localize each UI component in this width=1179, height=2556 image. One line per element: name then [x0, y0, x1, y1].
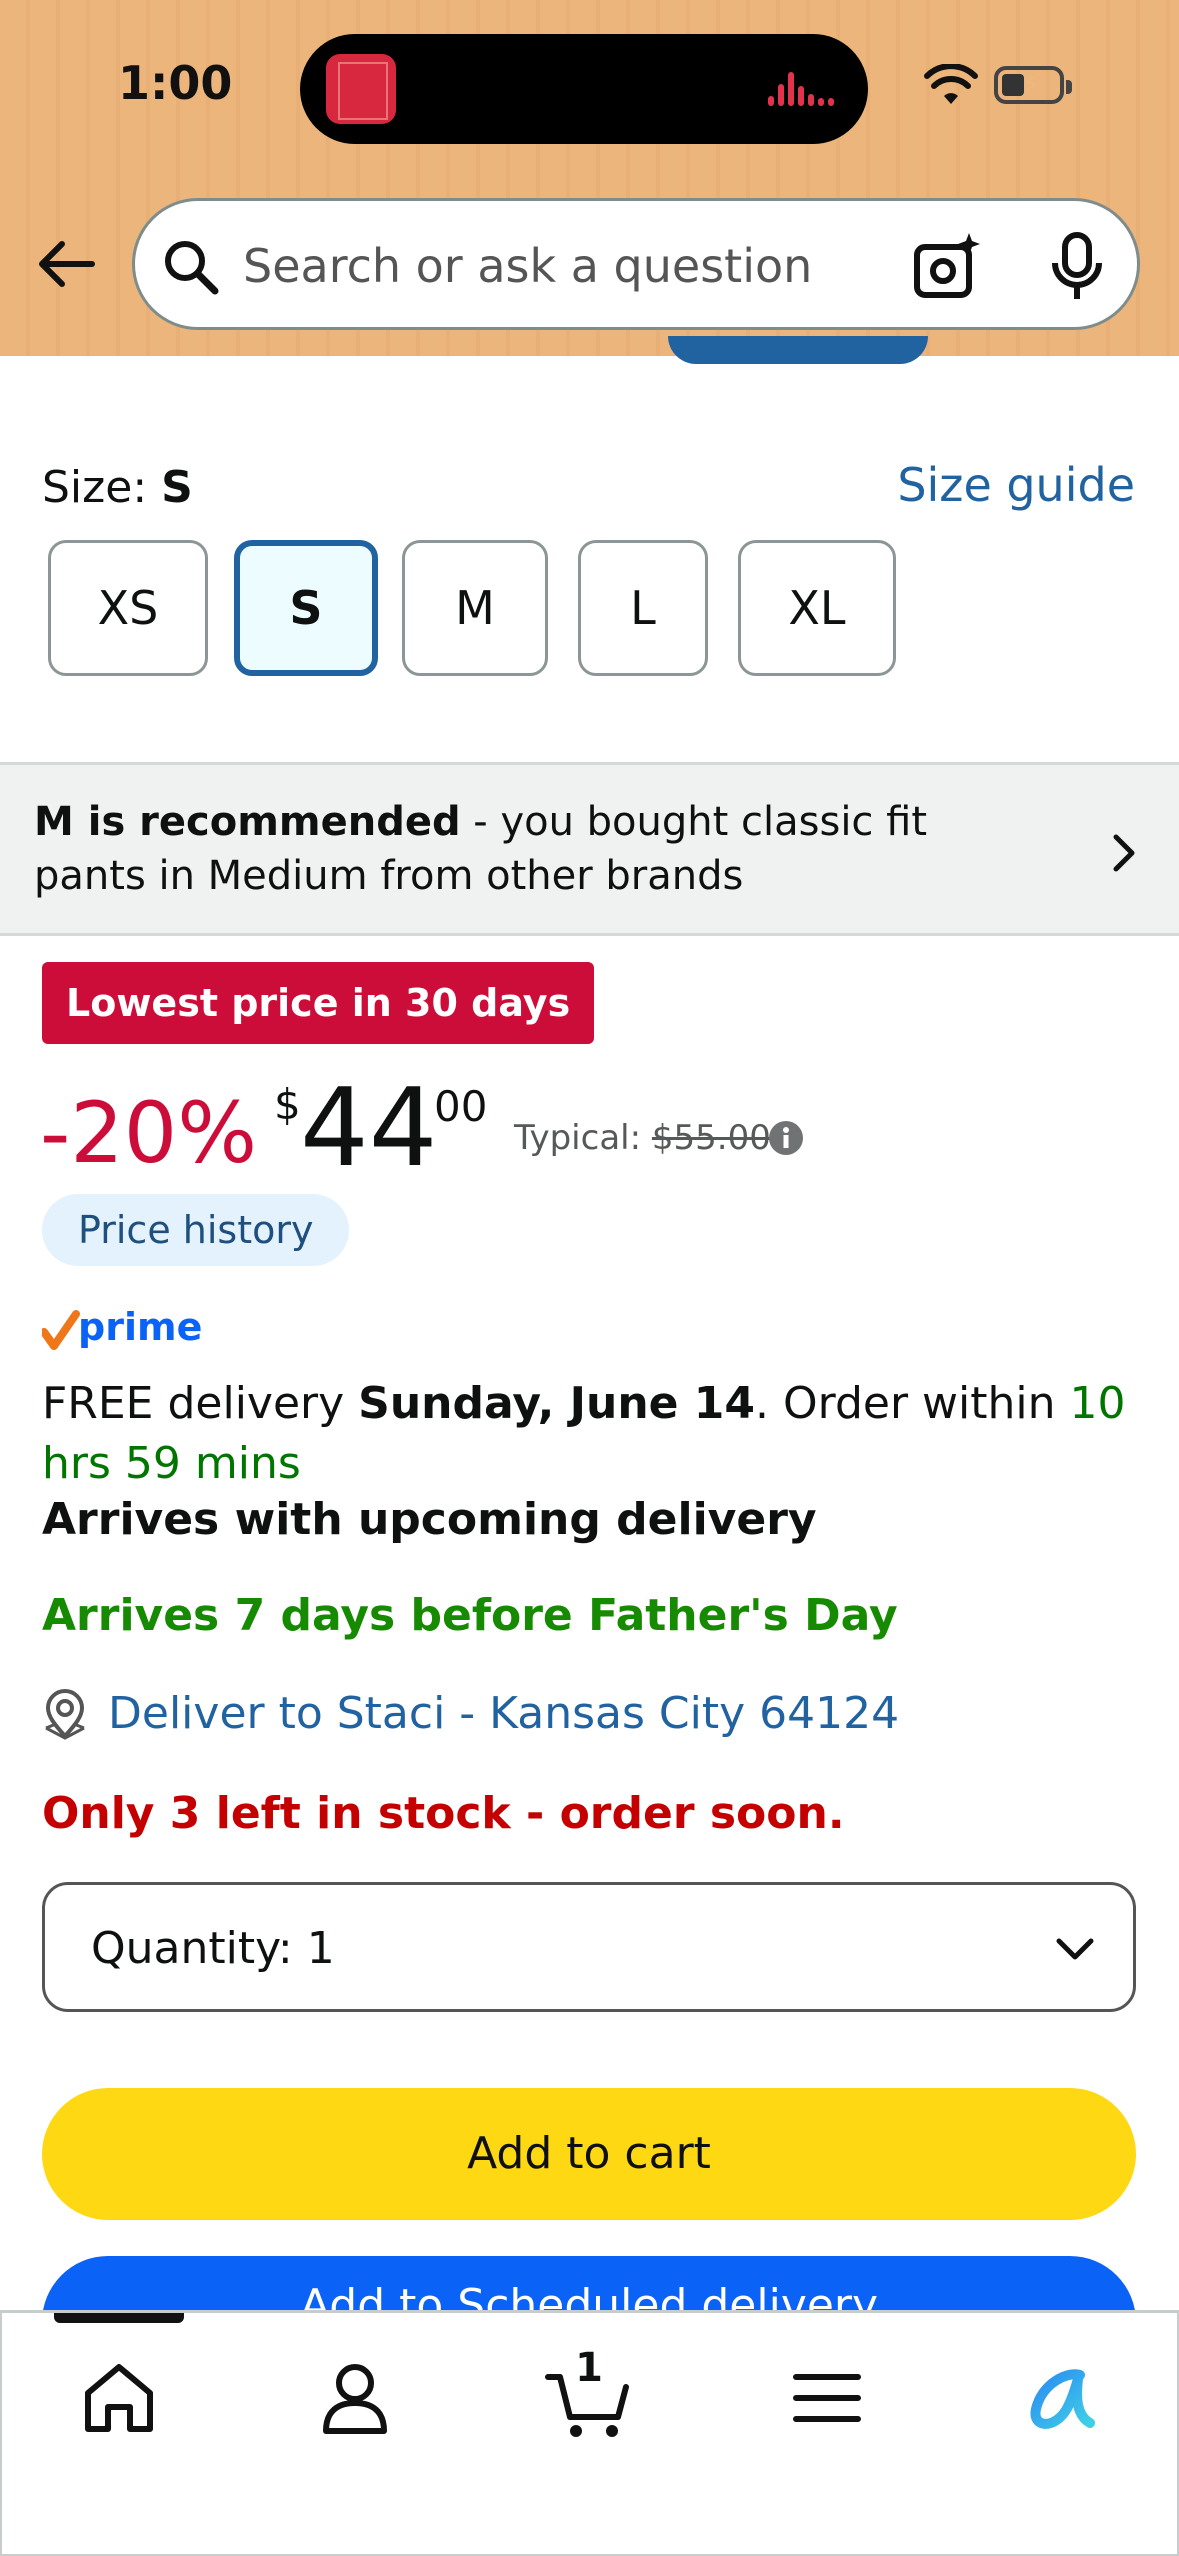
chevron-down-icon — [1056, 1938, 1094, 1960]
quantity-dropdown[interactable]: Quantity: 1 — [42, 1882, 1136, 2012]
fathers-day-text: Arrives 7 days before Father's Day — [42, 1590, 898, 1641]
bottom-navigation: 1 — [0, 2310, 1179, 2556]
wifi-icon — [924, 64, 978, 104]
size-label-text: Size: — [42, 462, 162, 513]
size-recommendation-banner[interactable]: M is recommended - you bought classic fi… — [0, 762, 1179, 936]
back-arrow-icon[interactable] — [34, 232, 98, 296]
size-guide-link[interactable]: Size guide — [897, 458, 1135, 512]
status-time: 1:00 — [118, 56, 233, 110]
dynamic-island — [300, 34, 868, 144]
add-to-cart-button[interactable]: Add to cart — [42, 2088, 1136, 2220]
price-fraction: 00 — [434, 1082, 488, 1131]
chevron-right-icon — [1113, 834, 1135, 872]
header: 1:00 ⚡ — [0, 0, 1179, 356]
menu-icon[interactable] — [782, 2353, 872, 2443]
audio-waveform-icon — [768, 72, 838, 106]
stock-warning: Only 3 left in stock - order soon. — [42, 1788, 845, 1839]
size-option-xl[interactable]: XL — [738, 540, 896, 676]
quantity-value: 1 — [306, 1923, 335, 1974]
quantity-text: Quantity: 1 — [91, 1923, 335, 1974]
microphone-icon[interactable] — [1047, 231, 1107, 303]
delivery-date: Sunday, June 14 — [358, 1378, 756, 1429]
camera-lens-icon[interactable] — [911, 231, 983, 303]
now-playing-artwork — [326, 54, 396, 124]
recommendation-bold: M is recommended — [34, 799, 461, 845]
info-icon[interactable] — [768, 1120, 804, 1156]
discount-percent: -20% — [40, 1084, 258, 1182]
deliver-to-link[interactable]: Deliver to Staci - Kansas City 64124 — [108, 1688, 899, 1739]
arrives-upcoming-text: Arrives with upcoming delivery — [42, 1494, 817, 1545]
product-page: 1:00 ⚡ Search or ask a question Size: S … — [0, 0, 1179, 2556]
battery-icon: ⚡ — [994, 66, 1072, 104]
deal-badge: Lowest price in 30 days — [42, 962, 595, 1044]
delivery-middle: . Order within — [755, 1378, 1070, 1429]
delivery-message: FREE delivery Sunday, June 14. Order wit… — [42, 1374, 1142, 1494]
prime-logo-text: prime — [78, 1305, 202, 1349]
price-currency-symbol: $ — [274, 1080, 301, 1129]
size-option-l[interactable]: L — [578, 540, 708, 676]
size-label: Size: S — [42, 462, 193, 513]
price-whole: 44 — [300, 1066, 438, 1191]
profile-icon[interactable] — [310, 2353, 400, 2443]
recommendation-text: M is recommended - you bought classic fi… — [34, 795, 1034, 903]
prime-logo-icon: prime — [42, 1305, 202, 1350]
size-selected-value: S — [161, 462, 193, 513]
partial-button-above[interactable] — [668, 336, 928, 364]
rufus-assistant-icon[interactable] — [1018, 2353, 1108, 2443]
quantity-label: Quantity: — [91, 1923, 307, 1974]
cart-tab[interactable]: 1 — [544, 2345, 634, 2443]
cart-count-badge: 1 — [575, 2345, 603, 2391]
delivery-prefix: FREE delivery — [42, 1378, 359, 1429]
size-option-m[interactable]: M — [402, 540, 548, 676]
location-pin-icon — [45, 1689, 85, 1740]
typical-price: Typical: $55.00 — [514, 1118, 771, 1158]
size-option-xs[interactable]: XS — [48, 540, 208, 676]
nav-active-indicator — [54, 2313, 184, 2323]
search-input[interactable] — [243, 231, 903, 301]
search-bar[interactable] — [132, 198, 1140, 330]
typical-price-value: $55.00 — [651, 1118, 771, 1158]
size-option-s[interactable]: S — [234, 540, 378, 676]
price-history-button[interactable]: Price history — [42, 1194, 350, 1266]
search-icon — [165, 241, 219, 295]
home-icon[interactable] — [74, 2353, 164, 2443]
typical-price-label: Typical: — [514, 1118, 652, 1158]
